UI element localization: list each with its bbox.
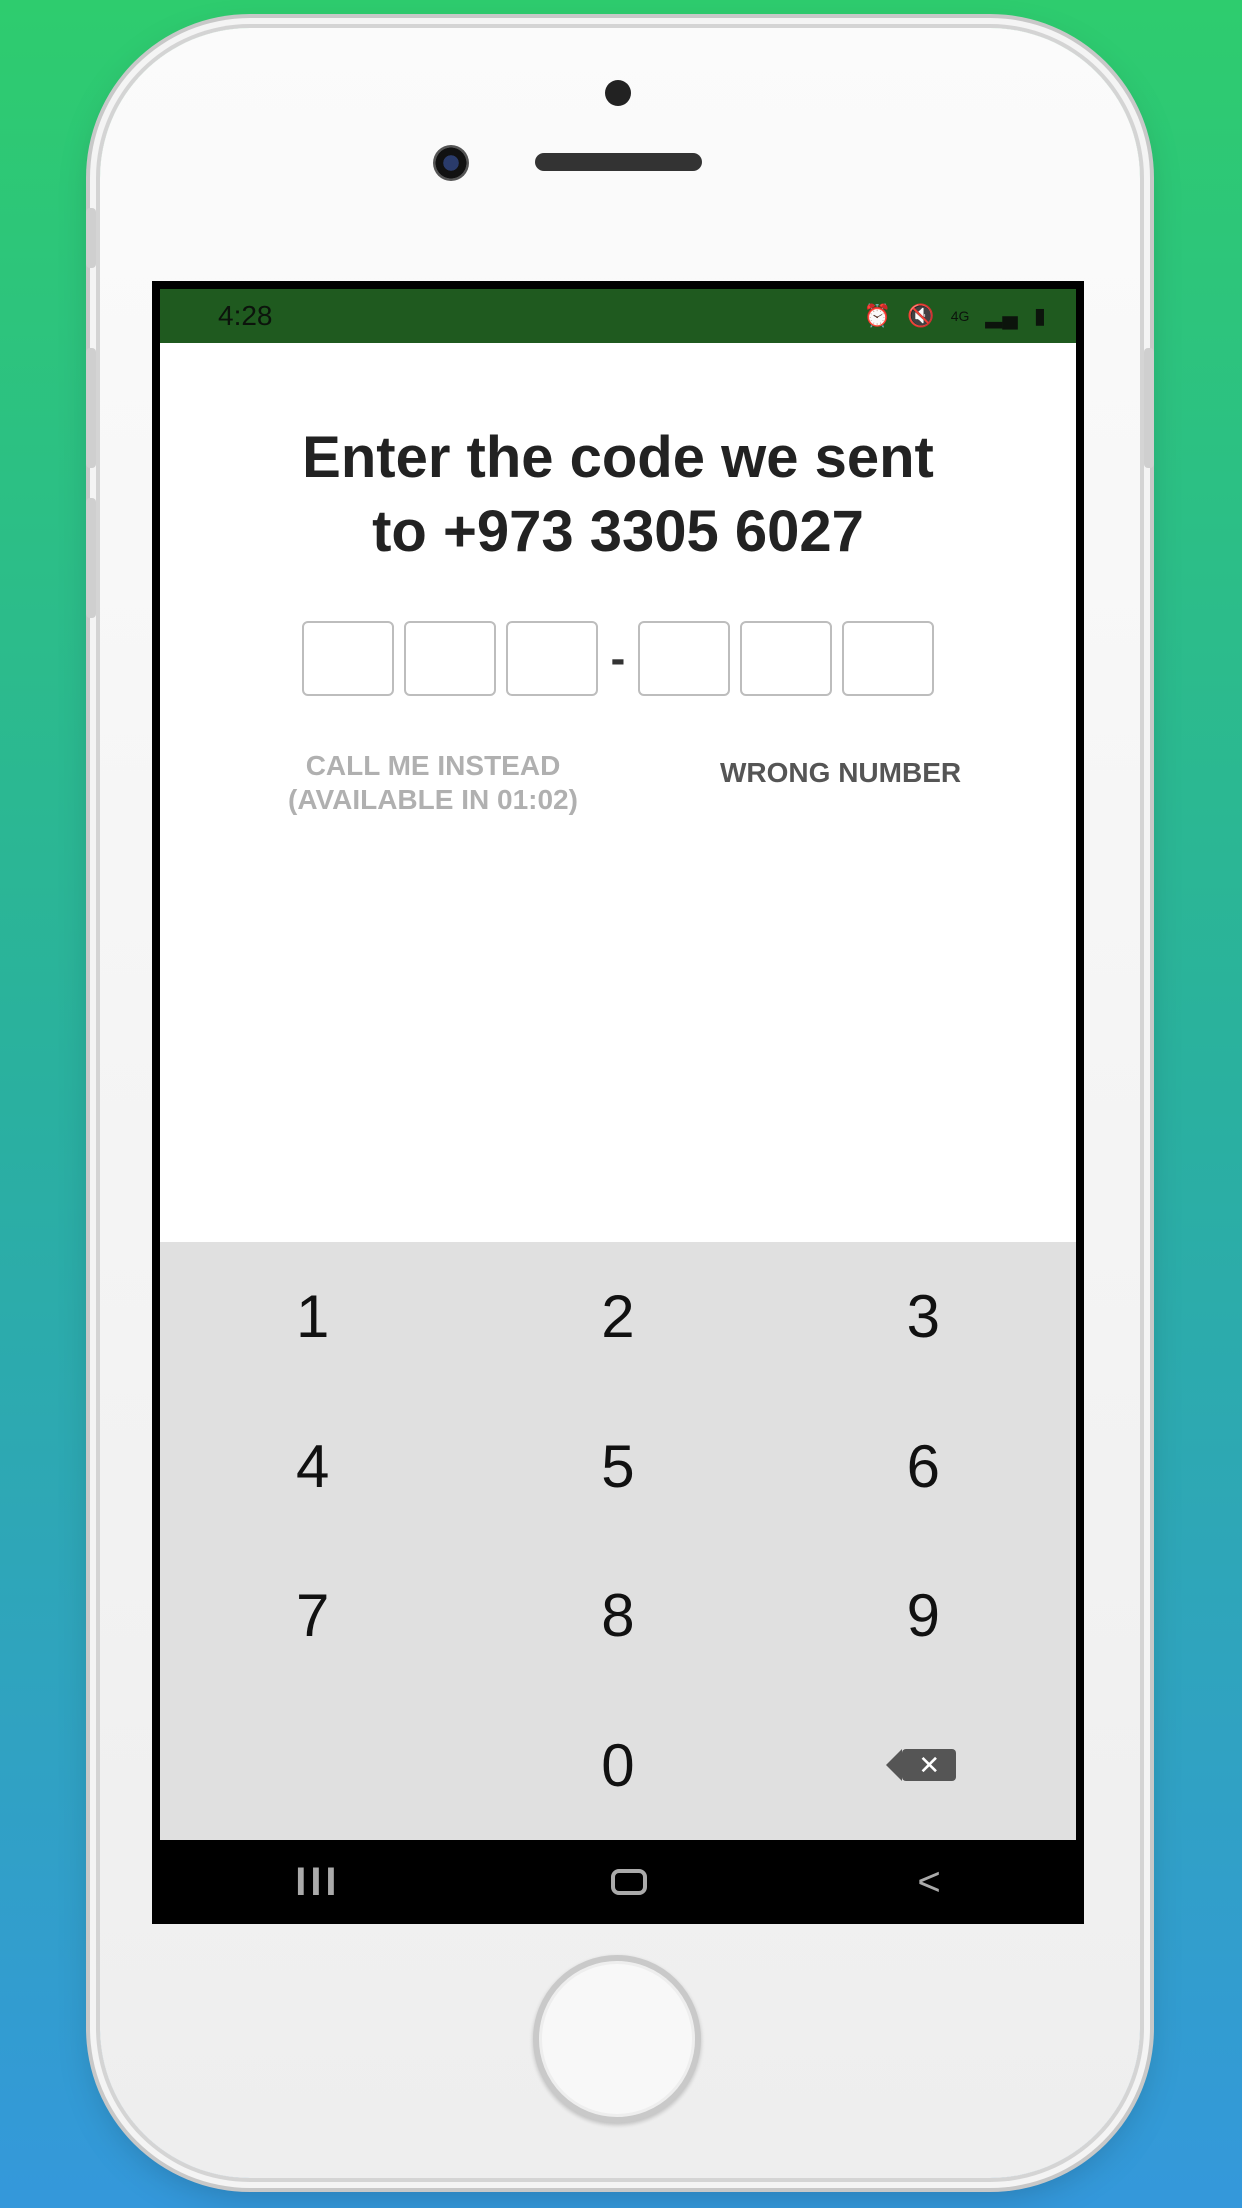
4g-icon: 4G [950, 308, 970, 324]
call-me-instead-button[interactable]: CALL ME INSTEAD (AVAILABLE IN 01:02) [260, 749, 606, 817]
front-camera [433, 145, 469, 181]
key-3[interactable]: 3 [771, 1242, 1076, 1392]
title-line-2: to +973 3305 6027 [372, 499, 864, 564]
home-button [533, 1955, 701, 2123]
code-digit-1[interactable] [301, 621, 394, 696]
volume-up-button [86, 348, 96, 468]
code-digit-3[interactable] [505, 621, 598, 696]
wrong-number-button[interactable]: WRONG NUMBER [720, 757, 961, 789]
key-5[interactable]: 5 [465, 1392, 770, 1542]
code-digit-4[interactable] [638, 621, 731, 696]
code-digit-2[interactable] [403, 621, 496, 696]
verification-screen: Enter the code we sent to +973 3305 6027… [160, 343, 1076, 1242]
numeric-keypad: 1 2 3 4 5 6 7 8 9 0 ✕ [160, 1242, 1076, 1840]
page-title: Enter the code we sent to +973 3305 6027 [160, 421, 1076, 569]
key-8[interactable]: 8 [465, 1541, 770, 1691]
key-9[interactable]: 9 [771, 1541, 1076, 1691]
code-digit-5[interactable] [740, 621, 833, 696]
alarm-icon: ⏰ [863, 303, 892, 328]
status-icons: ⏰ 🔇 4G ▂▄ ▮ [864, 303, 1046, 329]
code-input[interactable]: - [160, 621, 1076, 696]
sensor-dot [605, 80, 631, 106]
mute-switch [86, 208, 96, 268]
code-separator: - [610, 633, 626, 683]
power-button [1144, 348, 1154, 468]
call-me-label: CALL ME INSTEAD [305, 750, 561, 781]
key-empty [160, 1691, 465, 1841]
earpiece-speaker [535, 153, 702, 171]
key-2[interactable]: 2 [465, 1242, 770, 1392]
call-me-availability: (AVAILABLE IN 01:02) [288, 784, 578, 815]
status-bar: 4:28 ⏰ 🔇 4G ▂▄ ▮ [160, 289, 1076, 343]
recents-icon[interactable]: III [295, 1860, 340, 1905]
phone-screen: 4:28 ⏰ 🔇 4G ▂▄ ▮ Enter the code we sent … [152, 281, 1084, 1924]
key-1[interactable]: 1 [160, 1242, 465, 1392]
key-0[interactable]: 0 [465, 1691, 770, 1841]
status-time: 4:28 [218, 300, 273, 331]
home-icon[interactable] [610, 1869, 647, 1895]
backspace-icon: ✕ [886, 1749, 957, 1782]
signal-icon: ▂▄ [985, 303, 1018, 328]
key-7[interactable]: 7 [160, 1541, 465, 1691]
system-nav-bar: III < [160, 1840, 1076, 1924]
volume-down-button [86, 498, 96, 618]
mute-icon: 🔇 [907, 303, 935, 328]
battery-icon: ▮ [1033, 303, 1046, 328]
title-line-1: Enter the code we sent [302, 425, 934, 490]
backspace-button[interactable]: ✕ [771, 1691, 1076, 1841]
key-4[interactable]: 4 [160, 1392, 465, 1542]
code-digit-6[interactable] [842, 621, 935, 696]
key-6[interactable]: 6 [771, 1392, 1076, 1542]
back-icon[interactable]: < [917, 1860, 940, 1905]
